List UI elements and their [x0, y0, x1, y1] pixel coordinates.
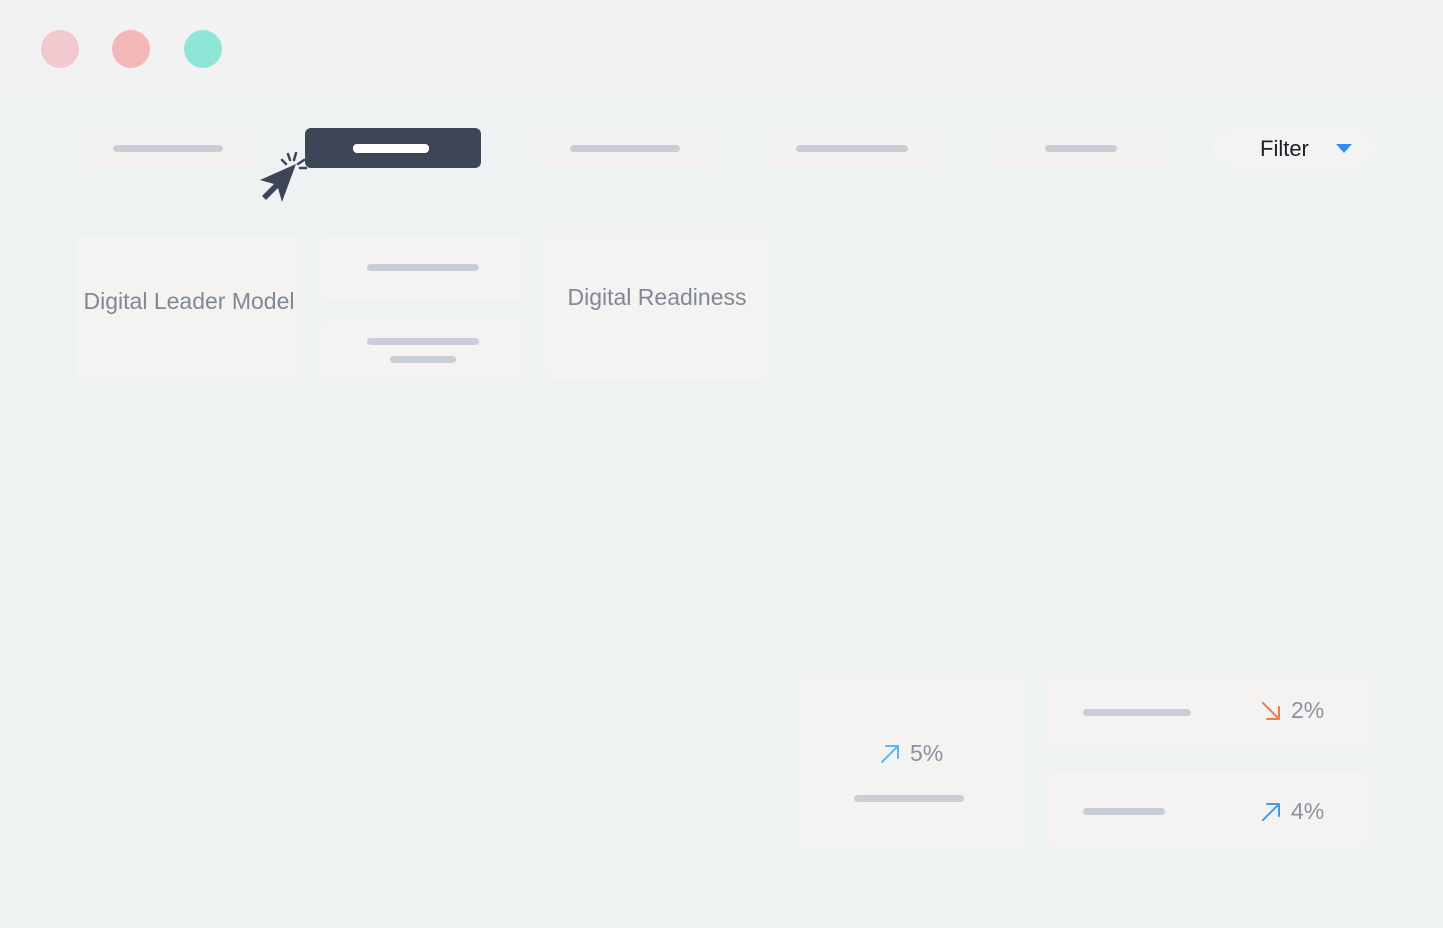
tab-5-label-placeholder	[1045, 145, 1117, 152]
stat-row-2: 4%	[1259, 798, 1324, 825]
tab-4-label-placeholder	[796, 145, 908, 152]
arrow-up-right-icon	[1262, 802, 1280, 821]
card-small-bottom-placeholder-2	[390, 356, 456, 363]
window-titlebar	[0, 0, 1443, 95]
card-stat-row-1[interactable]: 2%	[1047, 673, 1369, 751]
stat-row-2-value: 4%	[1291, 798, 1325, 824]
card-small-top-placeholder	[367, 264, 479, 271]
filter-dropdown[interactable]: Filter	[1212, 128, 1378, 168]
stat-row-2-label-placeholder	[1083, 808, 1165, 815]
stat-row-1-label-placeholder	[1083, 709, 1191, 716]
tab-1-label-placeholder	[113, 145, 223, 152]
tab-3-label-placeholder	[570, 145, 680, 152]
tab-4[interactable]	[764, 128, 940, 168]
tab-2-active[interactable]	[305, 128, 481, 168]
card-digital-readiness[interactable]: Digital Readiness	[544, 234, 770, 380]
card-stat-row-2[interactable]: 4%	[1047, 772, 1369, 850]
stat-main-label-placeholder	[854, 795, 964, 802]
card-small-bottom[interactable]	[319, 318, 527, 382]
window-minimize-button[interactable]	[112, 30, 150, 68]
card-title-digital-readiness: Digital Readiness	[567, 284, 747, 310]
window-maximize-button[interactable]	[184, 30, 222, 68]
card-stat-main[interactable]: 5%	[798, 673, 1026, 851]
card-small-bottom-placeholder-1	[367, 338, 479, 345]
stat-main: 5%	[878, 740, 943, 767]
caret-down-icon	[1336, 144, 1352, 153]
tab-3[interactable]	[537, 128, 713, 168]
stat-main-value: 5%	[910, 740, 944, 766]
filter-label: Filter	[1260, 136, 1309, 161]
card-digital-leader-model[interactable]: Digital Leader Model	[76, 236, 302, 382]
tab-1[interactable]	[81, 128, 257, 168]
arrow-up-right-icon	[881, 744, 899, 763]
stat-row-1-value: 2%	[1291, 697, 1325, 723]
window-close-button[interactable]	[41, 30, 79, 68]
tab-5[interactable]	[992, 128, 1168, 168]
card-small-top[interactable]	[319, 236, 527, 300]
stat-row-1: 2%	[1259, 697, 1324, 724]
click-cursor-icon	[260, 151, 308, 202]
card-title-digital-leader-model: Digital Leader Model	[83, 288, 295, 314]
arrow-down-right-icon	[1262, 701, 1280, 720]
tab-2-label-placeholder	[353, 144, 429, 153]
